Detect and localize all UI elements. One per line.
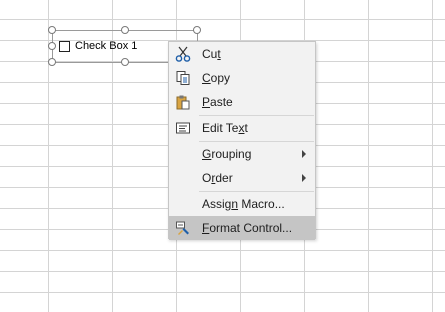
menu-item-assign-macro[interactable]: Assign Macro... (169, 192, 315, 216)
resize-handle-top-right[interactable] (193, 26, 201, 34)
resize-handle-top-left[interactable] (48, 26, 56, 34)
resize-handle-left[interactable] (48, 42, 56, 50)
gridline (368, 0, 369, 312)
gridline (0, 271, 445, 272)
menu-item-paste[interactable]: Paste (169, 90, 315, 114)
menu-item-grouping[interactable]: Grouping (169, 142, 315, 166)
copy-icon (175, 70, 191, 86)
menu-item-label: Order (202, 171, 233, 185)
menu-item-copy[interactable]: Copy (169, 66, 315, 90)
paste-icon (175, 94, 191, 110)
submenu-arrow-icon (302, 174, 306, 182)
checkbox-square[interactable] (59, 41, 70, 52)
menu-item-label: Format Control... (202, 221, 293, 235)
resize-handle-bottom-left[interactable] (48, 58, 56, 66)
menu-item-format-control[interactable]: Format Control... (169, 216, 315, 240)
menu-item-cut[interactable]: Cut (169, 42, 315, 66)
resize-handle-top[interactable] (121, 26, 129, 34)
menu-item-label: Grouping (202, 147, 252, 161)
context-menu: Cut Copy Paste Edit Text Grouping Order … (168, 41, 316, 240)
gridline (432, 0, 433, 312)
gridline (0, 292, 445, 293)
menu-item-label: Edit Text (202, 121, 248, 135)
gridline (0, 250, 445, 251)
menu-item-label: Cut (202, 47, 221, 61)
submenu-arrow-icon (302, 150, 306, 158)
resize-handle-bottom[interactable] (121, 58, 129, 66)
checkbox-label: Check Box 1 (75, 40, 138, 52)
edit-text-icon (175, 120, 191, 136)
scissors-icon (175, 46, 191, 62)
menu-item-order[interactable]: Order (169, 166, 315, 190)
menu-item-label: Paste (202, 95, 233, 109)
menu-item-edit-text[interactable]: Edit Text (169, 116, 315, 140)
menu-item-label: Copy (202, 71, 231, 85)
gridline (0, 19, 445, 20)
format-control-icon (175, 220, 191, 236)
menu-item-label: Assign Macro... (202, 197, 285, 211)
